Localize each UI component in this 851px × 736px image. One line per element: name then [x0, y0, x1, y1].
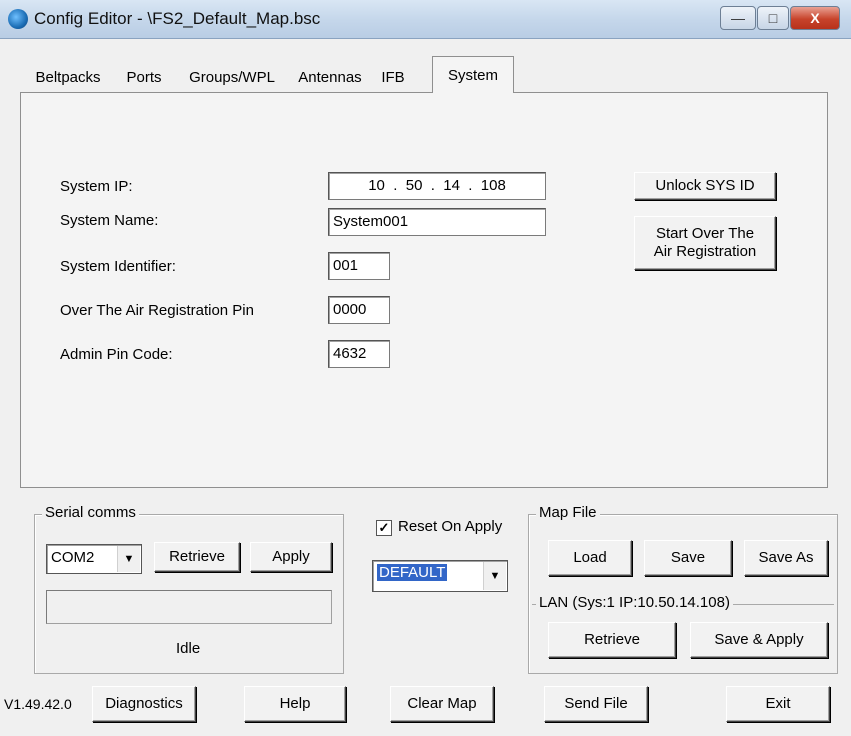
- serial-retrieve-button[interactable]: Retrieve: [154, 542, 240, 572]
- system-identifier-field[interactable]: 001: [328, 252, 390, 280]
- title-bar[interactable]: Config Editor - \FS2_Default_Map.bsc — □…: [0, 0, 851, 39]
- serial-comms-title: Serial comms: [42, 504, 139, 521]
- chevron-down-icon[interactable]: ▼: [483, 562, 506, 590]
- window-title: Config Editor - \FS2_Default_Map.bsc: [34, 9, 321, 28]
- reset-on-apply-label: Reset On Apply: [398, 518, 503, 535]
- unlock-sys-id-button[interactable]: Unlock SYS ID: [634, 172, 776, 200]
- close-button[interactable]: X: [790, 6, 840, 30]
- exit-button[interactable]: Exit: [726, 686, 830, 722]
- serial-apply-button[interactable]: Apply: [250, 542, 332, 572]
- start-over-line1: Start Over The: [655, 225, 755, 242]
- ota-pin-label: Over The Air Registration Pin: [60, 302, 254, 319]
- start-over-ota-button[interactable]: Start Over The Air Registration: [634, 216, 776, 270]
- serial-progress-bar: [46, 590, 332, 624]
- profile-value: DEFAULT: [377, 564, 448, 581]
- map-save-as-button[interactable]: Save As: [744, 540, 828, 576]
- system-identifier-label: System Identifier:: [60, 258, 176, 275]
- clear-map-button[interactable]: Clear Map: [390, 686, 494, 722]
- tab-groups-wpl[interactable]: Groups/WPL: [172, 62, 293, 92]
- tab-antennas[interactable]: Antennas: [290, 62, 371, 92]
- help-button[interactable]: Help: [244, 686, 346, 722]
- map-save-button[interactable]: Save: [644, 540, 732, 576]
- profile-select[interactable]: DEFAULT ▼: [372, 560, 508, 592]
- start-over-line2: Air Registration: [653, 243, 757, 260]
- system-panel: [20, 92, 828, 488]
- system-name-field[interactable]: System001: [328, 208, 546, 236]
- reset-on-apply-checkbox[interactable]: ✓: [376, 520, 392, 536]
- map-load-button[interactable]: Load: [548, 540, 632, 576]
- lan-retrieve-button[interactable]: Retrieve: [548, 622, 676, 658]
- com-port-select[interactable]: COM2 ▼: [46, 544, 142, 574]
- tab-ifb[interactable]: IFB: [368, 62, 418, 92]
- serial-status-text: Idle: [176, 640, 201, 657]
- lan-save-apply-button[interactable]: Save & Apply: [690, 622, 828, 658]
- minimize-button[interactable]: —: [720, 6, 756, 30]
- system-ip-label: System IP:: [60, 178, 133, 195]
- tab-ports[interactable]: Ports: [114, 62, 175, 92]
- tab-beltpacks[interactable]: Beltpacks: [20, 62, 117, 92]
- admin-pin-label: Admin Pin Code:: [60, 346, 173, 363]
- map-file-title: Map File: [536, 504, 600, 521]
- maximize-button[interactable]: □: [757, 6, 789, 30]
- ota-pin-field[interactable]: 0000: [328, 296, 390, 324]
- system-name-label: System Name:: [60, 212, 159, 229]
- chevron-down-icon[interactable]: ▼: [117, 546, 140, 572]
- version-label: V1.49.42.0: [4, 696, 72, 712]
- com-port-value: COM2: [51, 549, 95, 566]
- send-file-button[interactable]: Send File: [544, 686, 648, 722]
- system-ip-field[interactable]: 10 . 50 . 14 . 108: [328, 172, 546, 200]
- tab-system[interactable]: System: [432, 56, 514, 93]
- lan-title: LAN (Sys:1 IP:10.50.14.108): [536, 594, 733, 611]
- admin-pin-field[interactable]: 4632: [328, 340, 390, 368]
- diagnostics-button[interactable]: Diagnostics: [92, 686, 196, 722]
- app-icon: [8, 9, 28, 29]
